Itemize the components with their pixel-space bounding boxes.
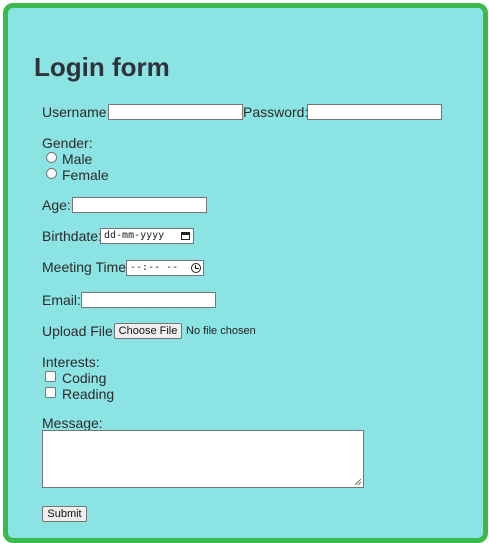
username-label: Username:	[42, 104, 111, 120]
gender-female-radio[interactable]	[46, 168, 57, 179]
gender-male-label: Male	[62, 151, 93, 167]
email-label: Email:	[42, 292, 81, 308]
birthdate-placeholder: dd-mm-yyyy	[104, 230, 165, 241]
calendar-icon[interactable]	[181, 232, 190, 240]
upload-label: Upload File:	[42, 323, 117, 339]
email-input[interactable]	[81, 292, 216, 308]
message-label: Message:	[42, 415, 103, 431]
password-input[interactable]	[307, 104, 442, 120]
resize-grip-icon[interactable]	[355, 479, 361, 485]
message-textarea[interactable]	[42, 430, 364, 488]
file-status-text: No file chosen	[186, 325, 256, 337]
gender-male-radio[interactable]	[46, 152, 57, 163]
birthdate-label: Birthdate:	[42, 228, 102, 244]
interest-coding-checkbox[interactable]	[45, 371, 56, 382]
interest-reading-label: Reading	[62, 386, 115, 402]
choose-file-button[interactable]: Choose File	[114, 323, 182, 339]
gender-label: Gender:	[42, 135, 93, 151]
interest-coding-label: Coding	[62, 370, 107, 386]
submit-button[interactable]: Submit	[42, 506, 87, 522]
username-input[interactable]	[108, 104, 243, 120]
gender-female-label: Female	[62, 167, 109, 183]
meeting-time-placeholder: --:-- --	[130, 262, 179, 273]
meeting-time-input[interactable]: --:-- --	[126, 260, 204, 276]
password-label: Password:	[243, 104, 309, 120]
age-input[interactable]	[72, 197, 207, 213]
meeting-time-label: Meeting Time:	[42, 259, 130, 275]
interest-reading-checkbox[interactable]	[45, 387, 56, 398]
form-title: Login form	[34, 52, 170, 82]
age-label: Age:	[42, 197, 71, 213]
interests-label: Interests:	[42, 354, 100, 370]
birthdate-input[interactable]: dd-mm-yyyy	[100, 228, 194, 244]
clock-icon[interactable]	[191, 263, 201, 273]
